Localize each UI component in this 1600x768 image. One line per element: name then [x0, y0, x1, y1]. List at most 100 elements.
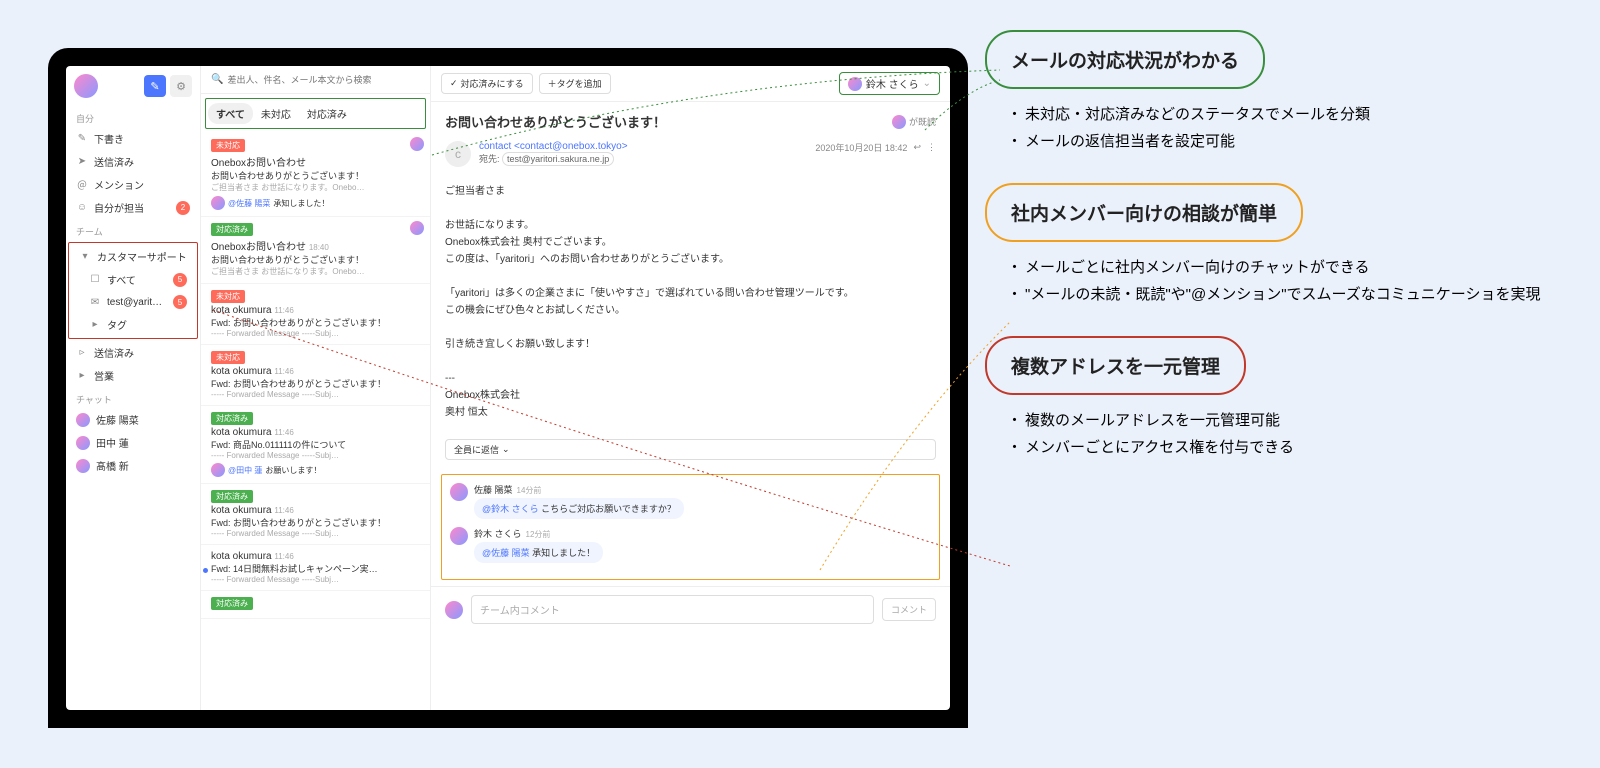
status-tabs-highlighted: すべて 未対応 対応済み	[205, 98, 426, 129]
annotation-bullet: 複数のメールアドレスを一元管理可能	[1025, 407, 1565, 434]
mail-body: ご担当者さまお世話になります。Onebox株式会社 奥村でございます。この度は、…	[431, 173, 950, 431]
assignee-selector-highlighted[interactable]: 鈴木 さくら ⌄	[839, 72, 940, 95]
ann-avatar	[211, 463, 225, 477]
section-chat-label: チャット	[66, 387, 200, 408]
team-name-row[interactable]: ▾ カスタマーサポート	[69, 245, 197, 268]
reply-all-button[interactable]: 全員に返信 ⌄	[445, 439, 936, 460]
thread-subject: お問い合わせありがとうございます！	[211, 253, 420, 266]
triangle-icon: ▹	[76, 347, 88, 358]
comment-button[interactable]: コメント	[882, 598, 936, 621]
status-tag: 対応済み	[211, 597, 253, 610]
chat-mention: @鈴木 さくら	[482, 504, 539, 514]
assignee-name: 鈴木 さくら	[866, 76, 919, 91]
sidebar-item[interactable]: ✉test@yaritori.sak…5	[69, 291, 197, 313]
callout-multiaddr: 複数アドレスを一元管理	[985, 336, 1246, 395]
thread-from: Oneboxお問い合わせ 18:40	[211, 238, 420, 253]
chat-msg-avatar	[450, 527, 468, 545]
thread-preview: ----- Forwarded Message -----Subj…	[211, 575, 420, 584]
sidebar-item[interactable]: ▸ タグ	[69, 313, 197, 336]
sidebar-item[interactable]: ☐すべて5	[69, 268, 197, 291]
nav-label: 下書き	[94, 131, 190, 146]
status-tag: 未対応	[211, 290, 245, 303]
reply-icon[interactable]: ↩	[913, 142, 921, 153]
thread-preview: ----- Forwarded Message -----Subj…	[211, 529, 420, 538]
thread-from: kota okumura 11:46	[211, 505, 420, 516]
unread-dot	[203, 568, 208, 573]
annotation-bullet: メールの返信担当者を設定可能	[1025, 128, 1565, 155]
chat-user-item[interactable]: 佐藤 陽菜	[66, 408, 200, 431]
sidebar-item[interactable]: ＠メンション	[66, 173, 200, 196]
thread-item[interactable]: 対応済みkota okumura 11:46Fwd: お問い合わせありがとうござ…	[201, 484, 430, 545]
sidebar-item[interactable]: ➤送信済み	[66, 150, 200, 173]
callout-chat: 社内メンバー向けの相談が簡単	[985, 183, 1303, 242]
chat-avatar	[76, 436, 90, 450]
reader-avatar	[892, 115, 906, 129]
gear-icon[interactable]: ⚙	[170, 75, 192, 97]
thread-subject: Fwd: お問い合わせありがとうございます！	[211, 316, 420, 329]
chat-msg-time: 12分前	[526, 530, 551, 539]
thread-item[interactable]: 対応済みkota okumura 11:46Fwd: 商品No.011111の件…	[201, 406, 430, 484]
sidebar-item[interactable]: ☺自分が担当2	[66, 196, 200, 219]
annotation-bullet: 未対応・対応済みなどのステータスでメールを分類	[1025, 101, 1565, 128]
mail-from[interactable]: contact <contact@onebox.tokyo>	[479, 141, 807, 152]
thread-item[interactable]: 未対応kota okumura 11:46Fwd: お問い合わせありがとうござい…	[201, 345, 430, 406]
chat-user-item[interactable]: 髙橋 新	[66, 454, 200, 477]
nav-icon: ✎	[76, 133, 88, 144]
chat-msg-time: 14分前	[517, 486, 542, 495]
user-avatar[interactable]	[74, 74, 98, 98]
sales-label: 営業	[94, 368, 190, 383]
sidebar-item[interactable]: ✎ 下書き	[66, 127, 200, 150]
thread-item[interactable]: 対応済み	[201, 591, 430, 619]
ann-avatar	[211, 196, 225, 210]
tab-handled[interactable]: 対応済み	[299, 103, 355, 124]
sent-label: 送信済み	[94, 345, 190, 360]
mail-date: 2020年10月20日 18:42	[815, 141, 907, 154]
thread-item[interactable]: 未対応 kota okumura 11:46Fwd: お問い合わせありがとうござい…	[201, 284, 430, 345]
compose-icon[interactable]: ✎	[144, 75, 166, 97]
reply-all-label: 全員に返信	[454, 443, 499, 456]
status-tag: 対応済み	[211, 412, 253, 425]
ann-mention: @田中 蓮	[228, 465, 262, 476]
search-icon: 🔍	[211, 74, 223, 85]
sidebar-item-sales[interactable]: ▸ 営業	[66, 364, 200, 387]
chat-bubble: @鈴木 さくら こちらご対応お願いできますか？	[474, 498, 684, 519]
nav-label: すべて	[107, 272, 167, 287]
tab-all[interactable]: すべて	[208, 103, 253, 124]
thread-preview: ----- Forwarded Message -----Subj…	[211, 390, 420, 399]
mark-done-button[interactable]: ✓対応済みにする	[441, 73, 533, 94]
thread-from: kota okumura 11:46	[211, 305, 420, 316]
chat-user-name: 田中 蓮	[96, 435, 129, 450]
chat-user-name: 髙橋 新	[96, 458, 129, 473]
nav-label: 自分が担当	[94, 200, 170, 215]
sidebar-item-sent[interactable]: ▹ 送信済み	[66, 341, 200, 364]
chat-msg-name: 鈴木 さくら	[474, 529, 522, 539]
thread-item[interactable]: 未対応Oneboxお問い合わせ お問い合わせありがとうございます！ご担当者さま …	[201, 133, 430, 217]
thread-subject: お問い合わせありがとうございます！	[211, 169, 420, 182]
nav-icon: ➤	[76, 156, 88, 167]
more-icon[interactable]: ⋮	[927, 142, 936, 153]
add-tag-button[interactable]: ＋タグを追加	[539, 73, 611, 94]
team-group-highlighted: ▾ カスタマーサポート ☐すべて5✉test@yaritori.sak…5 ▸ タグ	[68, 242, 198, 339]
chat-user-item[interactable]: 田中 蓮	[66, 431, 200, 454]
thread-time: 11:46	[274, 428, 293, 437]
annotation-bullet: メンバーごとにアクセス権を付与できる	[1025, 434, 1565, 461]
thread-subject: Fwd: 14日間無料お試しキャンペーン実…	[211, 562, 420, 575]
chat-message: 鈴木 さくら12分前@佐藤 陽菜 承知しました！	[450, 527, 931, 563]
chat-msg-avatar	[450, 483, 468, 501]
tab-unhandled[interactable]: 未対応	[253, 103, 299, 124]
thread-avatar	[410, 137, 424, 151]
search-input[interactable]	[227, 75, 420, 85]
thread-item[interactable]: kota okumura 11:46Fwd: 14日間無料お試しキャンペーン実……	[201, 545, 430, 591]
app-screen: ✎ ⚙ 自分 ✎下書き➤送信済み＠メンション☺自分が担当2 チーム ▾ カスタマ…	[66, 66, 950, 710]
chat-input[interactable]: チーム内コメント	[471, 595, 874, 624]
chat-avatar	[76, 459, 90, 473]
ann-mention: @佐藤 陽菜	[228, 198, 270, 209]
status-tag: 未対応	[211, 351, 245, 364]
thread-item[interactable]: 対応済みOneboxお問い合わせ 18:40お問い合わせありがとうございます！ご…	[201, 217, 430, 284]
thread-subject: Fwd: 商品No.011111の件について	[211, 438, 420, 451]
thread-preview: ご担当者さま お世話になります。Onebo…	[211, 182, 420, 193]
chat-message: 佐藤 陽菜14分前@鈴木 さくら こちらご対応お願いできますか？	[450, 483, 931, 519]
nav-label: タグ	[107, 317, 187, 332]
count-badge: 5	[173, 295, 187, 309]
nav-icon: ▸	[89, 319, 101, 330]
